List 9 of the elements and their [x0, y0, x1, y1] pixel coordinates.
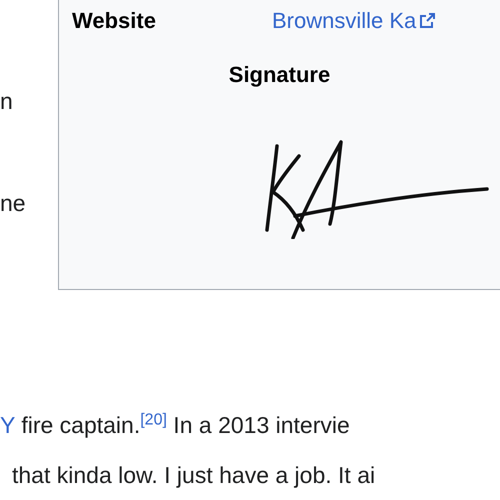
article-link[interactable]: Y — [0, 412, 15, 438]
signature-heading: Signature — [228, 62, 330, 87]
text-fragment: ne — [0, 190, 27, 218]
text-fragment: n — [0, 88, 14, 116]
paragraph-line: Y fire captain.$^{[20]}$ In a 2013 intervie — [0, 410, 351, 440]
website-link[interactable]: Brownsville Ka — [272, 4, 416, 37]
citation-link[interactable]: [20] — [140, 411, 167, 428]
paragraph-line: that kinda low. I just have a job. It ai — [11, 461, 376, 490]
website-label: Website — [72, 7, 157, 35]
